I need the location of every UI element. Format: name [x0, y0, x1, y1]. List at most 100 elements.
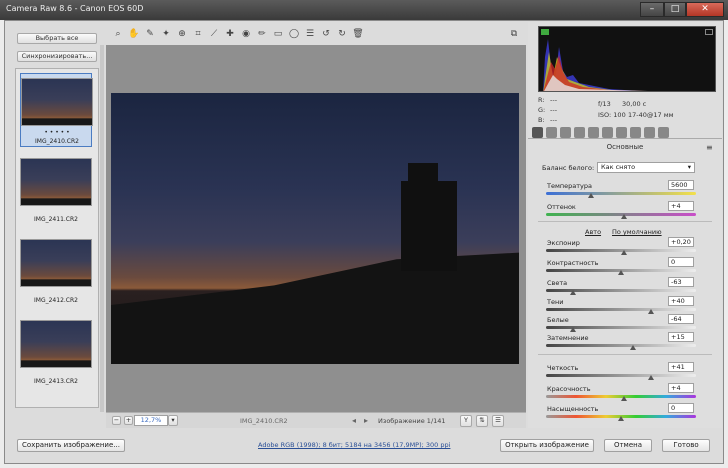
filmstrip[interactable]: • • • • • IMG_2410.CR2 IMG_2411.CR2 IMG_241…	[15, 68, 99, 408]
red-eye-icon[interactable]: ◉	[240, 28, 252, 40]
slider-thumb[interactable]	[630, 345, 636, 350]
slider-thumb[interactable]	[621, 396, 627, 401]
slider-thumb[interactable]	[648, 375, 654, 380]
radial-filter-icon[interactable]: ◯	[288, 28, 300, 40]
slider-thumb[interactable]	[588, 193, 594, 198]
slider-value-input[interactable]: -64	[668, 314, 694, 324]
histogram	[538, 26, 716, 92]
thumb-image	[21, 78, 93, 126]
crop-icon[interactable]: ⌗	[192, 28, 204, 40]
next-image-icon[interactable]: ▸	[364, 416, 368, 425]
snapshots-tab-icon[interactable]	[658, 127, 669, 138]
rotate-ccw-icon[interactable]: ↺	[320, 28, 332, 40]
slider-value-input[interactable]: +4	[668, 201, 694, 211]
select-all-button[interactable]: Выбрать все	[17, 33, 97, 44]
slider-value-input[interactable]: -63	[668, 277, 694, 287]
panel-menu-icon[interactable]: ≡	[706, 143, 713, 152]
slider-value-input[interactable]: +41	[668, 362, 694, 372]
basic-tab-icon[interactable]	[532, 127, 543, 138]
rating-stars[interactable]: • • • • •	[21, 129, 93, 136]
slider-track[interactable]	[546, 308, 696, 311]
zoom-dropdown-icon[interactable]: ▾	[168, 415, 178, 426]
shadow-clip-icon[interactable]	[541, 29, 549, 35]
maximize-button[interactable]: □	[664, 2, 686, 17]
slider-value-input[interactable]: 0	[668, 257, 694, 267]
iso: ISO: 100	[598, 111, 626, 119]
slider-value-input[interactable]: 0	[668, 403, 694, 413]
slider-label: Белые	[547, 316, 569, 324]
done-button[interactable]: Готово	[662, 439, 710, 452]
slider-thumb[interactable]	[621, 250, 627, 255]
slider-thumb[interactable]	[648, 309, 654, 314]
straighten-icon[interactable]: ⟋	[208, 28, 220, 40]
toolbar: ⌕ ✋ ✎ ✦ ⊕ ⌗ ⟋ ✚ ◉ ✏ ▭ ◯ ☰ ↺ ↻ 🗑	[108, 26, 524, 44]
slider-label: Тени	[547, 298, 564, 306]
filmstrip-thumb[interactable]: IMG_2411.CR2	[20, 154, 92, 224]
close-button[interactable]: ✕	[686, 2, 724, 17]
effects-tab-icon[interactable]	[616, 127, 627, 138]
workflow-options-link[interactable]: Adobe RGB (1998); 8 бит; 5184 на 3456 (1…	[258, 441, 450, 449]
zoom-icon[interactable]: ⌕	[112, 28, 124, 40]
zoom-in-button[interactable]: +	[124, 416, 133, 425]
slider-label: Затемнение	[547, 334, 589, 342]
graduated-filter-icon[interactable]: ▭	[272, 28, 284, 40]
filmstrip-resize-handle[interactable]	[100, 45, 104, 412]
image-counter: Изображение 1/141	[378, 417, 446, 425]
filmstrip-thumb[interactable]: • • • • • IMG_2410.CR2	[20, 73, 93, 147]
slider-thumb[interactable]	[621, 214, 627, 219]
default-link[interactable]: По умолчанию	[612, 228, 662, 236]
slider-track[interactable]	[546, 192, 696, 195]
slider-thumb[interactable]	[618, 270, 624, 275]
split-toning-tab-icon[interactable]	[588, 127, 599, 138]
slider-value-input[interactable]: +4	[668, 383, 694, 393]
cancel-button[interactable]: Отмена	[604, 439, 652, 452]
wb-select[interactable]: Как снято ▾	[597, 162, 695, 173]
slider-track[interactable]	[546, 344, 696, 347]
target-adjust-icon[interactable]: ⊕	[176, 28, 188, 40]
save-image-button[interactable]: Сохранить изображение...	[17, 439, 125, 452]
detail-tab-icon[interactable]	[560, 127, 571, 138]
image-preview[interactable]	[106, 45, 526, 412]
b-label: B:	[538, 116, 545, 124]
slider-value-input[interactable]: +15	[668, 332, 694, 342]
preferences-icon[interactable]: ☰	[304, 28, 316, 40]
slider-thumb[interactable]	[570, 327, 576, 332]
photo	[111, 93, 519, 364]
open-image-button[interactable]: Открыть изображение	[500, 439, 594, 452]
slider-thumb[interactable]	[618, 416, 624, 421]
before-after-icon[interactable]: Y	[460, 415, 472, 427]
slider-thumb[interactable]	[570, 290, 576, 295]
settings-menu-icon[interactable]: ☰	[492, 415, 504, 427]
slider-track[interactable]	[546, 374, 696, 377]
trash-icon[interactable]: 🗑	[352, 28, 364, 40]
filmstrip-thumb[interactable]: IMG_2413.CR2	[20, 316, 92, 386]
camera-calibration-tab-icon[interactable]	[630, 127, 641, 138]
fullscreen-icon[interactable]: ⧉	[508, 28, 520, 40]
zoom-out-button[interactable]: −	[112, 416, 121, 425]
presets-tab-icon[interactable]	[644, 127, 655, 138]
highlight-clip-icon[interactable]	[705, 29, 713, 35]
slider-label: Экспонир	[547, 239, 580, 247]
slider-value-input[interactable]: +40	[668, 296, 694, 306]
filmstrip-thumb[interactable]: IMG_2412.CR2	[20, 235, 92, 305]
zoom-level-select[interactable]: 12,7%	[134, 415, 168, 426]
prev-image-icon[interactable]: ◂	[352, 416, 356, 425]
hsl-tab-icon[interactable]	[574, 127, 585, 138]
slider-value-input[interactable]: 5600	[668, 180, 694, 190]
lens-tab-icon[interactable]	[602, 127, 613, 138]
synchronize-button[interactable]: Синхронизировать...	[17, 51, 97, 62]
adjustment-brush-icon[interactable]: ✏	[256, 28, 268, 40]
slider-track[interactable]	[546, 326, 696, 329]
minimize-button[interactable]: –	[640, 2, 664, 17]
hand-icon[interactable]: ✋	[128, 28, 140, 40]
slider-value-input[interactable]: +0,20	[668, 237, 694, 247]
rotate-cw-icon[interactable]: ↻	[336, 28, 348, 40]
wb-select-value: Как снято	[601, 163, 636, 171]
swap-icon[interactable]: ⇅	[476, 415, 488, 427]
slider-track[interactable]	[546, 289, 696, 292]
spot-removal-icon[interactable]: ✚	[224, 28, 236, 40]
white-balance-icon[interactable]: ✎	[144, 28, 156, 40]
tone-curve-tab-icon[interactable]	[546, 127, 557, 138]
color-sampler-icon[interactable]: ✦	[160, 28, 172, 40]
auto-link[interactable]: Авто	[585, 228, 601, 236]
